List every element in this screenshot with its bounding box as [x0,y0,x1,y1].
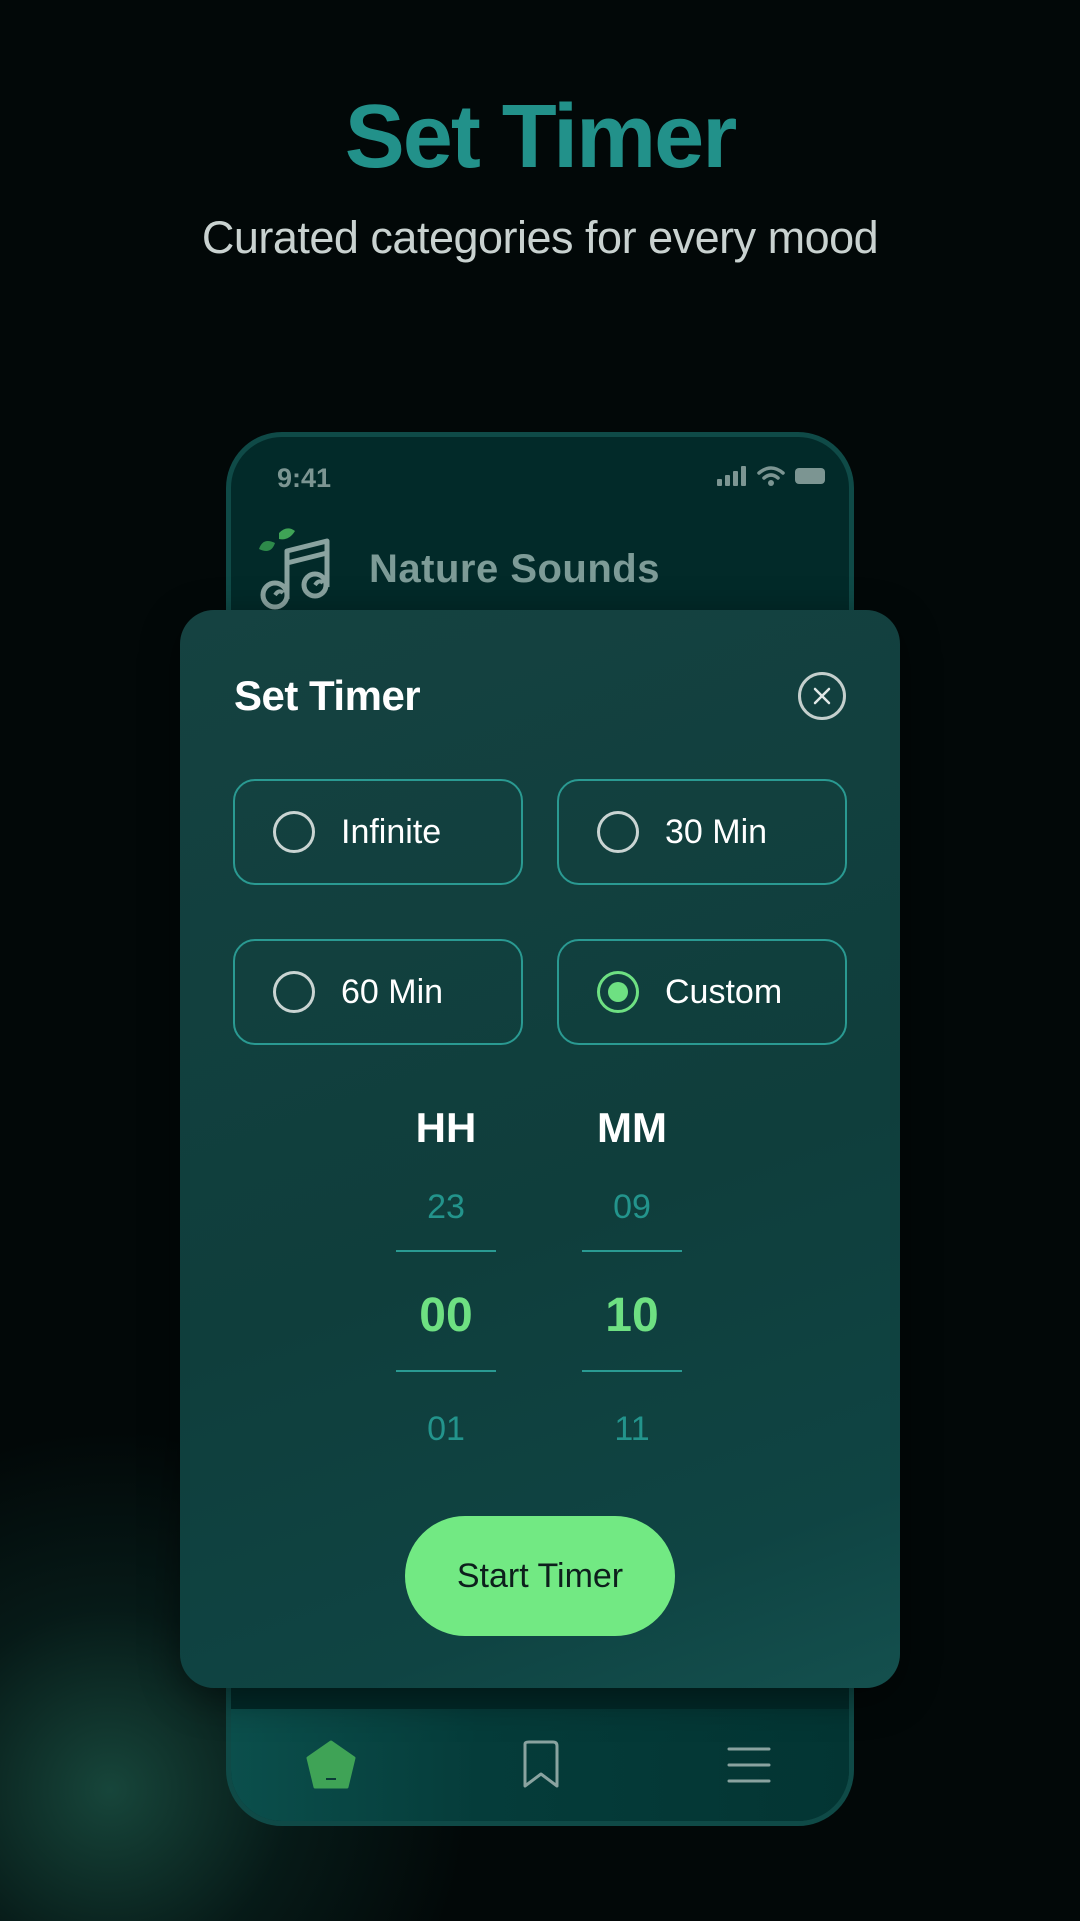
set-timer-modal: Set Timer Infinite 30 Min 60 Min Custom [180,610,900,1688]
option-60-min[interactable]: 60 Min [233,939,523,1045]
picker-divider [582,1250,682,1252]
minutes-header: MM [597,1104,667,1151]
nav-bookmark[interactable] [513,1737,569,1793]
status-time: 9:41 [277,463,332,493]
option-label: 60 Min [341,972,444,1011]
nav-menu[interactable] [721,1737,777,1793]
hours-prev-value[interactable]: 23 [396,1188,496,1227]
start-timer-button[interactable]: Start Timer [405,1516,675,1636]
option-custom[interactable]: Custom [557,939,847,1045]
home-icon [306,1740,356,1789]
hours-header: HH [415,1104,477,1151]
option-30-min[interactable]: 30 Min [557,779,847,885]
option-label: 30 Min [665,812,768,851]
hours-current-value[interactable]: 00 [396,1288,496,1343]
battery-icon [795,468,825,484]
close-button[interactable] [798,672,846,720]
radio-unchecked-icon [273,971,315,1013]
screen: Set Timer Curated categories for every m… [0,0,1080,1921]
page-subtitle: Curated categories for every mood [201,212,879,263]
picker-divider [396,1370,496,1372]
menu-icon [727,1747,771,1783]
hours-next-value[interactable]: 01 [396,1410,496,1449]
music-note-leaf-logo [259,528,330,610]
wifi-icon [757,466,785,486]
picker-divider [582,1370,682,1372]
app-title: Nature Sounds [369,547,660,591]
radio-checked-icon [597,971,639,1013]
hours-picker[interactable]: HH 23 00 01 [396,1104,496,1448]
bottom-nav [231,1709,849,1821]
minutes-next-value[interactable]: 11 [582,1410,682,1449]
option-infinite[interactable]: Infinite [233,779,523,885]
nav-home[interactable] [303,1737,359,1793]
minutes-current-value[interactable]: 10 [582,1288,682,1343]
status-icons [717,465,827,487]
picker-divider [396,1250,496,1252]
page-title: Set Timer [344,87,738,187]
option-label: Custom [665,972,783,1011]
signal-icon [717,466,746,486]
radio-unchecked-icon [597,811,639,853]
option-label: Infinite [341,812,442,851]
modal-title: Set Timer [234,672,421,719]
minutes-picker[interactable]: MM 09 10 11 [582,1104,682,1448]
bookmark-icon [523,1740,559,1788]
minutes-prev-value[interactable]: 09 [582,1188,682,1227]
radio-unchecked-icon [273,811,315,853]
close-icon [813,687,831,705]
